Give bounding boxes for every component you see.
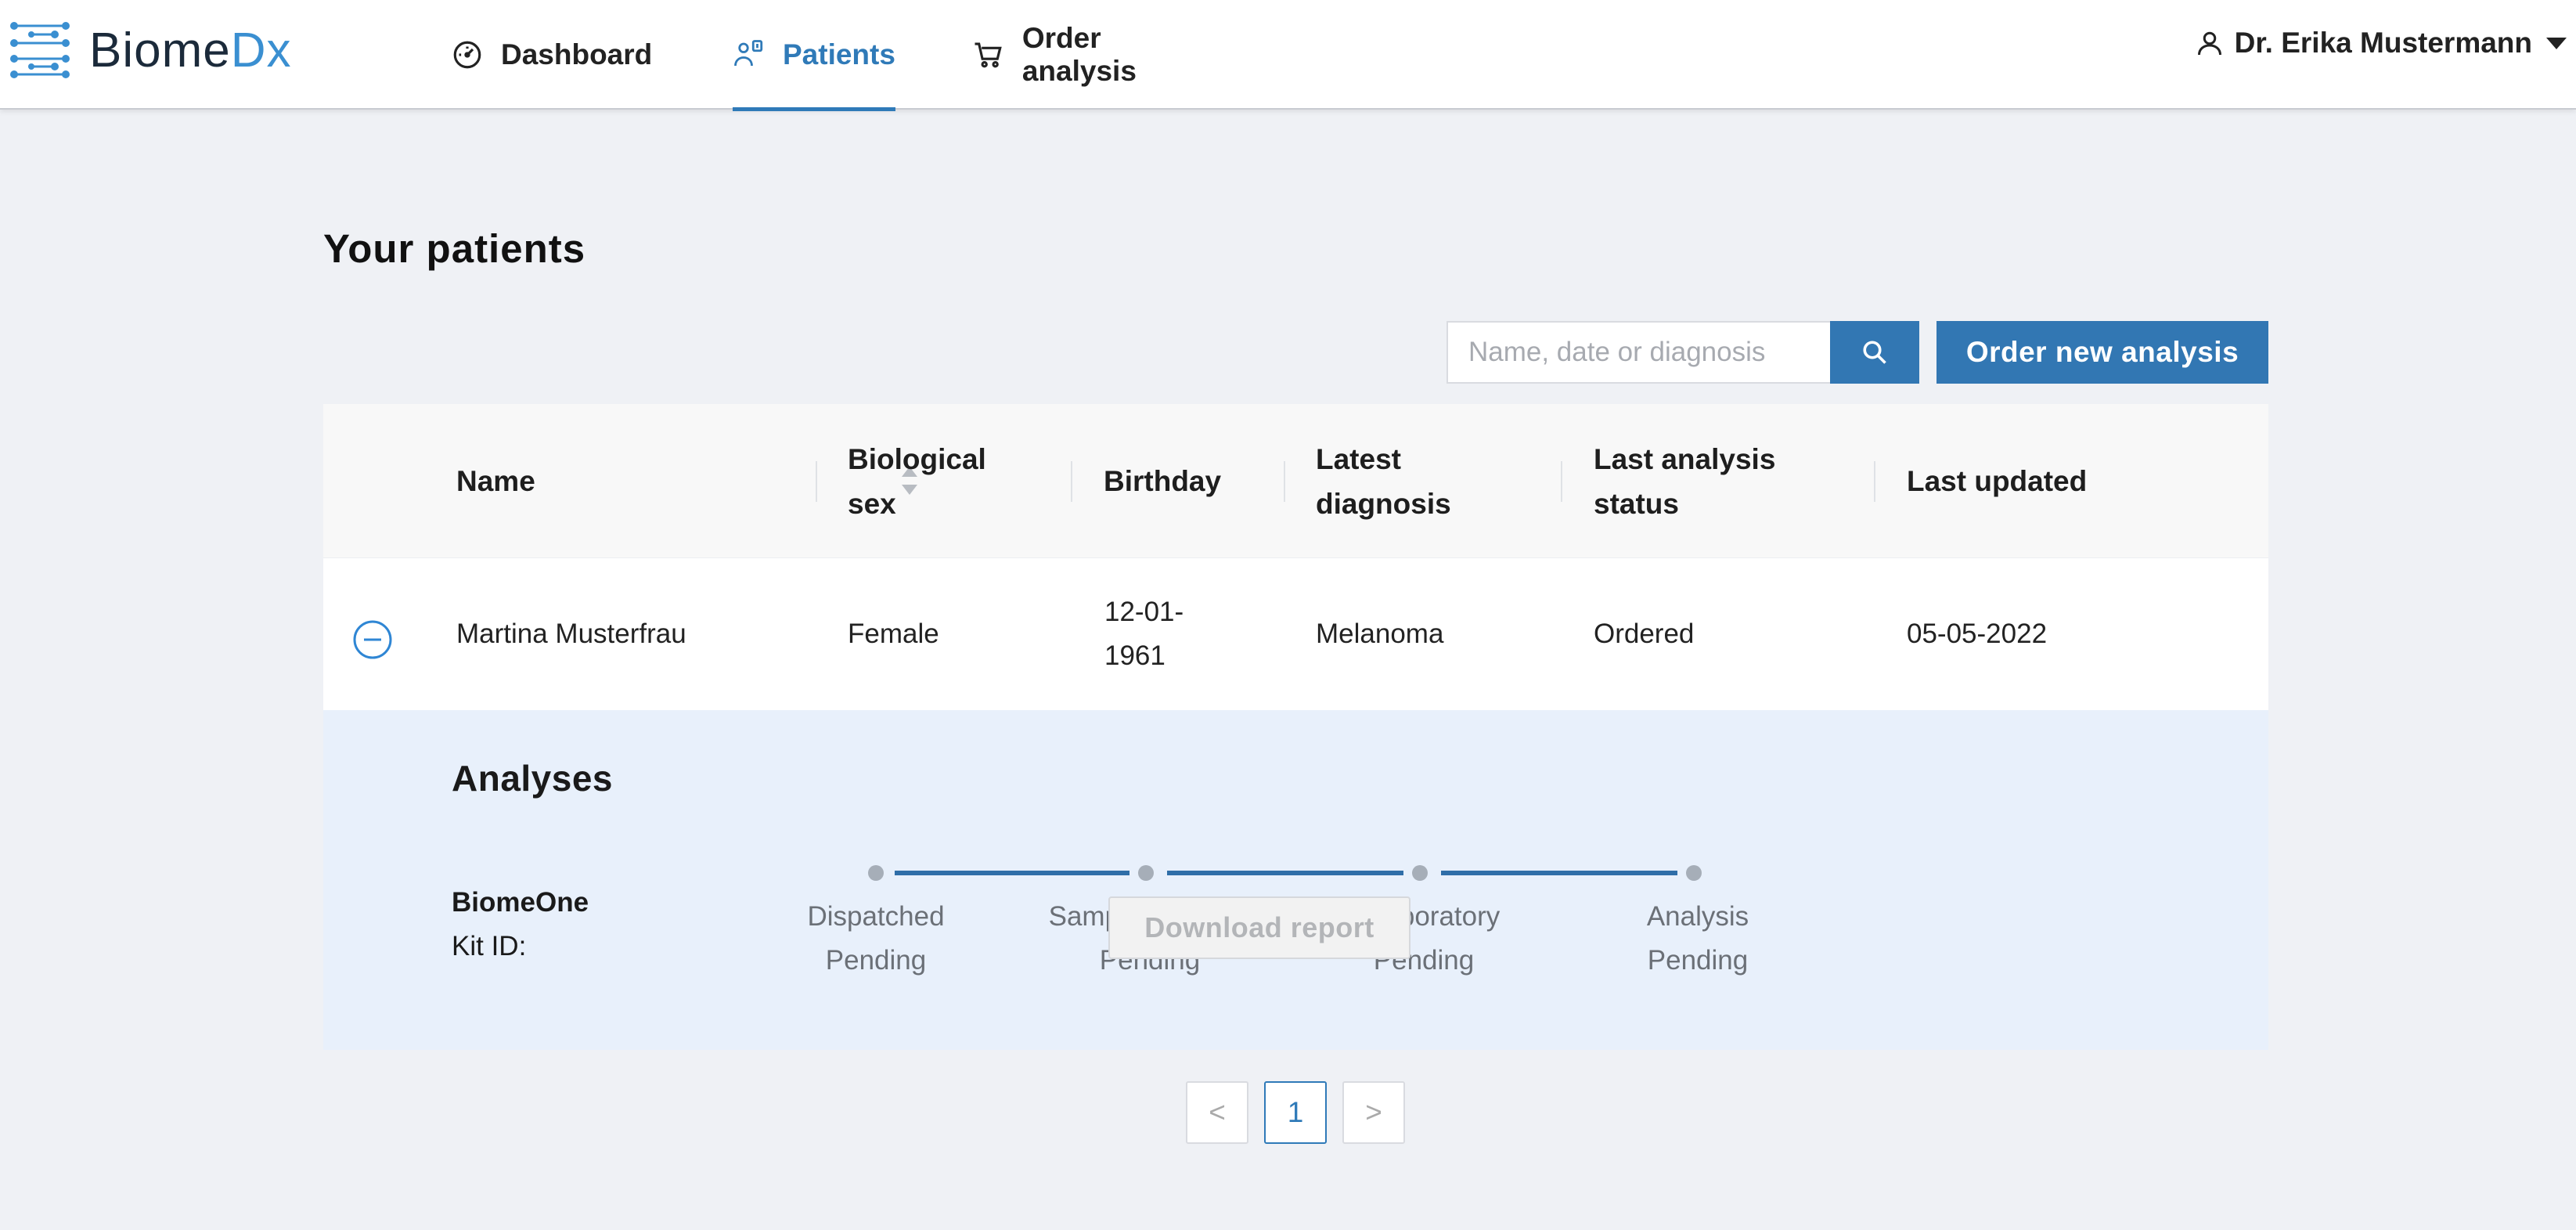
column-header-updated[interactable]: Last updated [1907,404,2142,558]
search-button[interactable] [1830,321,1919,384]
page-1-button[interactable]: 1 [1264,1081,1327,1144]
user-name: Dr. Erika Mustermann [2234,27,2532,59]
column-header-name[interactable]: Name [456,404,917,558]
pagination: < 1 > [1186,1081,1421,1144]
step-dot-sample-returned [1138,865,1154,881]
step-dot-dispatched [868,865,884,881]
search-icon [1863,341,1886,364]
analyses-panel: Analyses BiomeOne Kit ID: Dispatched Pend… [323,710,2268,1050]
step-connector [895,871,1129,875]
column-divider [816,461,817,502]
cell-birthday: 12-01- 1961 [1104,597,1184,671]
nav-dashboard[interactable]: Dashboard [451,0,654,110]
brand-logo[interactable]: BiomeDx [8,17,292,83]
step-connector [1441,871,1677,875]
speedometer-icon [453,41,481,69]
column-header-sex[interactable]: Biological sex [848,404,1020,558]
cart-icon [975,42,1002,68]
nav-order-analysis[interactable]: Order analysis [972,0,1223,110]
download-report-button[interactable]: Download report [1108,896,1410,959]
kit-name: BiomeOne [452,887,589,918]
patient-icon [734,40,763,67]
logo-mark-icon [10,22,70,78]
cell-updated: 05-05-2022 [1907,619,2048,649]
collapse-row-icon[interactable] [352,619,393,660]
column-divider [1561,461,1562,502]
prev-page-button[interactable]: < [1186,1081,1248,1144]
search-input[interactable] [1447,321,1830,384]
column-header-diagnosis[interactable]: Latest diagnosis [1316,404,1504,558]
order-new-analysis-button[interactable]: Order new analysis [1937,321,2268,384]
analyses-title: Analyses [452,758,614,799]
column-header-status[interactable]: Last analysis status [1594,404,1860,558]
step-analysis: Analysis Pending [1646,901,1749,976]
nav-dashboard-label: Dashboard [501,38,653,70]
user-icon [2197,31,2221,56]
column-divider [1071,461,1072,502]
cell-sex: Female [848,619,939,649]
cell-diagnosis: Melanoma [1316,619,1444,649]
column-divider [1874,461,1875,502]
step-dispatched: Dispatched Pending [807,901,945,976]
table-header: Name Biological sex Birthday Latest diagno… [323,404,2268,558]
step-dot-in-laboratory [1412,865,1428,881]
step-connector [1167,871,1403,875]
kit-id-label: Kit ID: [452,931,527,961]
column-header-birthday[interactable]: Birthday [1104,404,1237,558]
step-dot-analysis [1686,865,1702,881]
user-menu[interactable]: Dr. Erika Mustermann [2196,17,2567,69]
chevron-down-icon [2546,37,2567,49]
search-bar [1447,321,1919,384]
nav-patients[interactable]: Patients [733,0,895,111]
cell-status: Ordered [1594,619,1695,649]
brand-name: BiomeDx [89,23,292,78]
nav-order-analysis-label: Order analysis [1021,22,1137,87]
table-row[interactable]: Martina Musterfrau Female 12-01- 1961 Mel… [323,558,2268,710]
patients-table: Name Biological sex Birthday Latest diagno… [323,404,2268,1050]
column-divider [1284,461,1285,502]
nav-patients-label: Patients [783,38,895,70]
top-navbar: BiomeDx Dashboard Patients Order analysi… [0,0,2576,111]
next-page-button[interactable]: > [1342,1081,1405,1144]
cell-name: Martina Musterfrau [456,619,686,649]
page-title: Your patients [323,226,586,271]
